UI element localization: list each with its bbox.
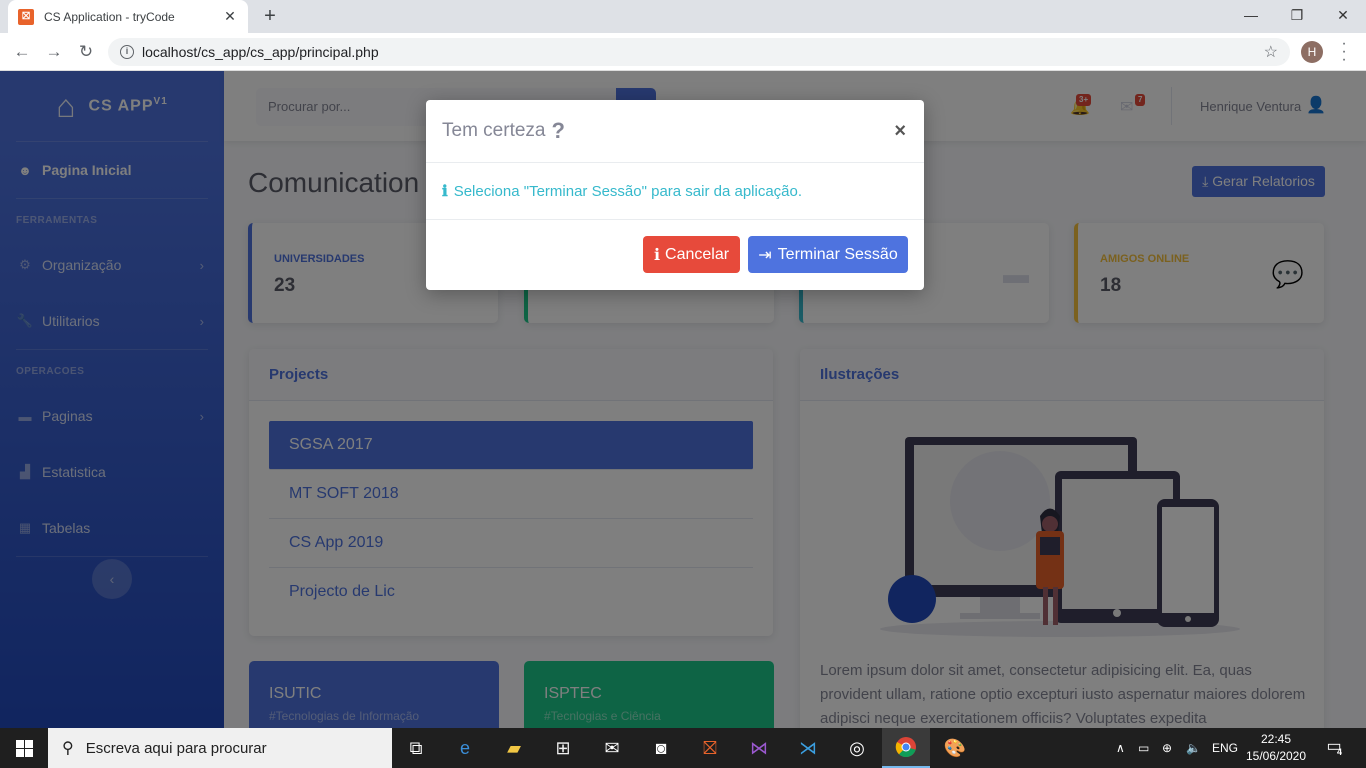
clock[interactable]: 22:45 15/06/2020 (1244, 731, 1308, 765)
close-tab-icon[interactable]: ✕ (222, 8, 238, 25)
language-indicator[interactable]: ENG (1212, 728, 1238, 768)
app-favicon-icon: ⛝ (18, 8, 34, 25)
browser-menu-icon[interactable]: · · · (1338, 36, 1350, 68)
info-icon: ℹ (653, 246, 661, 264)
browser-tab[interactable]: ⛝ CS Application - tryCode ✕ (8, 0, 248, 33)
chrome-logo-icon (895, 737, 916, 758)
mail-icon[interactable]: ✉ (588, 728, 636, 768)
store-icon[interactable]: ⊞ (539, 728, 587, 768)
search-icon: ⚲ (62, 740, 74, 757)
close-window-button[interactable]: ✕ (1320, 0, 1366, 33)
vscode-icon[interactable]: ⋊ (784, 728, 832, 768)
volume-icon[interactable]: 🔈 (1186, 728, 1201, 768)
new-tab-button[interactable]: + (258, 4, 282, 28)
question-icon: ? (551, 118, 565, 143)
close-icon[interactable]: × (894, 120, 906, 143)
taskbar-search-input[interactable]: ⚲ Escreva aqui para procurar (48, 728, 392, 768)
notification-count: 4 (1337, 747, 1343, 757)
url-field[interactable]: i localhost/cs_app/cs_app/principal.php … (108, 38, 1290, 66)
back-button[interactable]: ← (10, 40, 34, 64)
start-button[interactable] (0, 728, 48, 768)
logout-button[interactable]: ⇥ Terminar Sessão (748, 236, 908, 273)
task-view-icon[interactable]: ⧉ (392, 728, 440, 768)
site-info-icon[interactable]: i (120, 45, 134, 59)
forward-button[interactable]: → (42, 40, 66, 64)
modal-header: Tem certeza ? × (426, 100, 924, 163)
xampp-icon[interactable]: ⛝ (686, 728, 734, 768)
file-explorer-icon[interactable]: ▰ (490, 728, 538, 768)
clock-time: 22:45 (1260, 732, 1292, 746)
modal-footer: ℹ Cancelar ⇥ Terminar Sessão (426, 220, 924, 290)
cancel-label: Cancelar (665, 245, 730, 263)
visual-studio-icon[interactable]: ⋈ (735, 728, 783, 768)
url-text: localhost/cs_app/cs_app/principal.php (142, 44, 379, 60)
cancel-button[interactable]: ℹ Cancelar (643, 236, 740, 273)
profile-avatar[interactable]: H (1301, 41, 1323, 63)
windows-taskbar: ⚲ Escreva aqui para procurar ⧉ e ▰ ⊞ ✉ ◙… (0, 728, 1366, 768)
restore-button[interactable]: ❐ (1274, 0, 1320, 33)
taskbar-search-placeholder: Escreva aqui para procurar (85, 739, 267, 757)
paint-icon[interactable]: 🎨 (931, 728, 979, 768)
edge-icon[interactable]: e (441, 728, 489, 768)
network-icon[interactable]: ⊕ (1162, 728, 1172, 768)
battery-icon[interactable]: ▭ (1138, 728, 1149, 768)
minimize-button[interactable]: — (1228, 0, 1274, 33)
logout-modal: Tem certeza ? × ℹ Seleciona "Terminar Se… (426, 100, 924, 290)
tab-title: CS Application - tryCode (44, 9, 175, 24)
chrome-icon[interactable] (882, 728, 930, 768)
windows-logo-icon (15, 739, 33, 757)
chevron-up-icon[interactable]: ∧ (1116, 728, 1125, 768)
modal-title: Tem certeza (442, 120, 546, 141)
browser-tabbar: ⛝ CS Application - tryCode ✕ + — ❐ ✕ (0, 0, 1366, 33)
sign-out-icon: ⇥ (758, 246, 772, 264)
clock-date: 15/06/2020 (1245, 749, 1307, 763)
info-icon: ℹ (442, 183, 448, 200)
logout-label: Terminar Sessão (777, 245, 898, 263)
notification-center-icon[interactable]: ▭ 4 (1322, 736, 1346, 760)
modal-message: Seleciona "Terminar Sessão" para sair da… (453, 182, 803, 200)
address-bar: ← → ↻ i localhost/cs_app/cs_app/principa… (0, 33, 1366, 71)
camera-icon[interactable]: ◙ (637, 728, 685, 768)
app-icon[interactable]: ◎ (833, 728, 881, 768)
modal-body: ℹ Seleciona "Terminar Sessão" para sair … (426, 163, 924, 220)
bookmark-star-icon[interactable]: ☆ (1264, 42, 1278, 62)
reload-button[interactable]: ↻ (74, 40, 98, 64)
